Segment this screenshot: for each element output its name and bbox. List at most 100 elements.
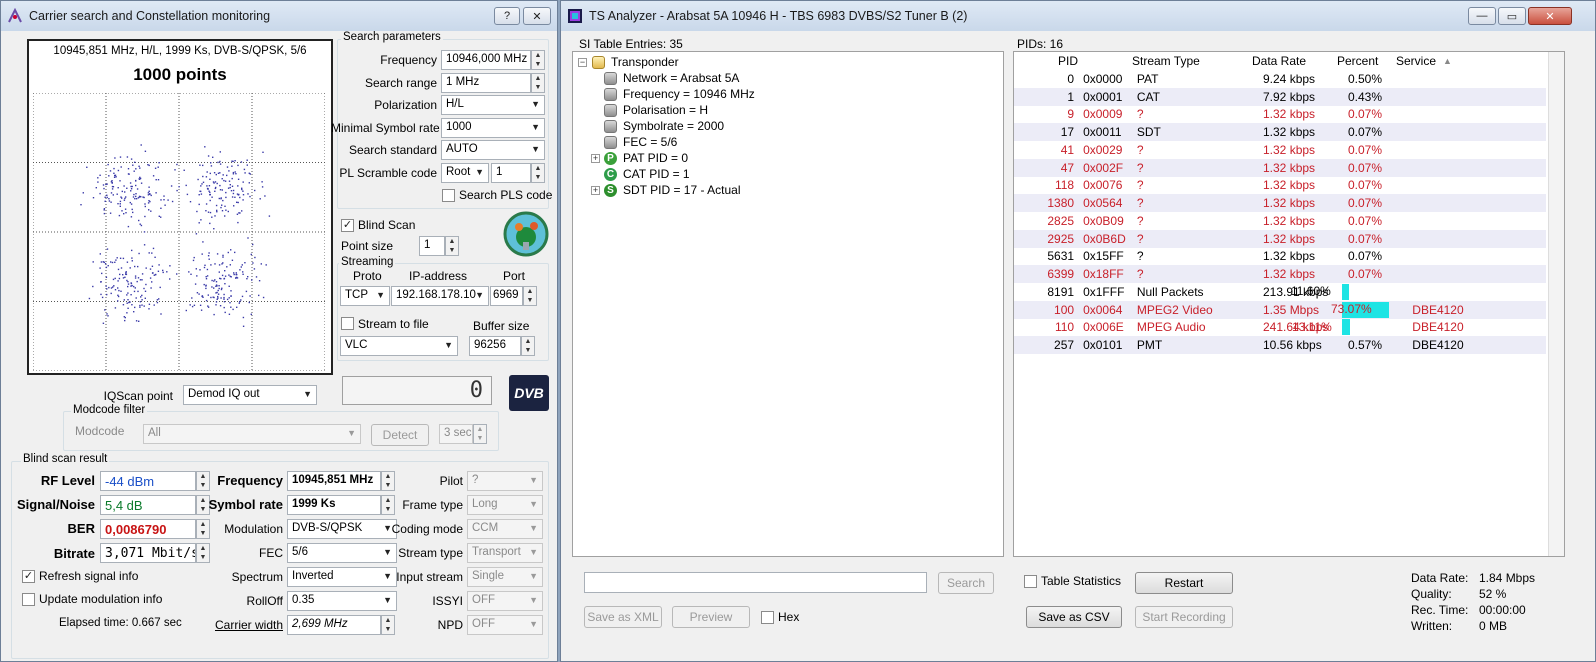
buffer-size-spinner[interactable]: ▲ ▼ [521, 336, 535, 356]
constellation-point [132, 211, 134, 214]
maximize-button[interactable]: ▭ [1498, 7, 1526, 25]
table-row[interactable]: 0 0x0000 PAT 9.24 kbps 0.50% [1014, 70, 1546, 88]
buffer-size-input[interactable]: 96256 [469, 336, 521, 356]
issyi-select[interactable]: OFF [467, 591, 543, 611]
input-stream-select[interactable]: Single [467, 567, 543, 587]
constellation-point [241, 264, 243, 266]
carrier-width-label[interactable]: Carrier width [201, 618, 283, 632]
update-modulation-checkbox[interactable] [22, 593, 35, 606]
column-pid[interactable]: PID [1058, 54, 1078, 68]
table-row[interactable]: 5631 0x15FF? 1.32 kbps 0.07% [1014, 248, 1546, 266]
constellation-point [127, 285, 129, 288]
sdt-expand-toggle[interactable]: + [591, 186, 600, 195]
restart-button[interactable]: Restart [1135, 572, 1233, 594]
search-range-spinner[interactable]: ▲ ▼ [531, 73, 545, 93]
frequency-spinner[interactable]: ▲ ▼ [531, 50, 545, 70]
spectrum-select[interactable]: Inverted [287, 567, 397, 587]
point-size-input[interactable]: 1 [419, 236, 445, 256]
help-button[interactable]: ? [494, 7, 520, 25]
polarization-select[interactable]: H/L [441, 95, 545, 115]
detect-time-spinner[interactable]: ▲ ▼ [473, 424, 487, 444]
constellation-point [219, 172, 221, 174]
save-as-csv-button[interactable]: Save as CSV [1026, 606, 1122, 628]
min-symbol-rate-select[interactable]: 1000 [441, 118, 545, 138]
pat-expand-toggle[interactable]: + [591, 154, 600, 163]
tree-item[interactable]: FEC = 5/6 [604, 134, 677, 150]
modulation-select[interactable]: DVB-S/QPSK [287, 519, 397, 539]
table-row[interactable]: 1 0x0001 CAT 7.92 kbps 0.43% [1014, 87, 1546, 106]
port-spinner[interactable]: ▲ ▼ [523, 286, 537, 306]
detect-time-input[interactable]: 3 sec [439, 424, 473, 444]
table-row[interactable]: 41 0x0029? 1.32 kbps 0.07% [1014, 141, 1546, 159]
tree-item[interactable]: Symbolrate = 2000 [604, 118, 724, 134]
pl-scramble-spinner[interactable]: ▲ ▼ [531, 163, 545, 183]
tree-item[interactable]: Network = Arabsat 5A [604, 70, 739, 86]
transponder-collapse-toggle[interactable]: − [578, 58, 587, 67]
ip-address-select[interactable]: 192.168.178.10 [391, 286, 489, 306]
result-frequency-spinner[interactable]: ▲ ▼ [381, 471, 395, 491]
refresh-signal-checkbox[interactable]: ✓ [22, 570, 35, 583]
preview-button[interactable]: Preview [672, 606, 750, 628]
si-search-input[interactable] [584, 572, 927, 593]
minimize-button[interactable]: — [1468, 7, 1496, 25]
table-row[interactable]: 6399 0x18FF? 1.32 kbps 0.07% [1014, 265, 1546, 283]
tree-item[interactable]: Frequency = 10946 MHz [604, 86, 755, 102]
table-row[interactable]: 110 0x006E MPEG Audio 241.64 kbps 13.11% DBE4… [1014, 319, 1546, 337]
column-stream-type[interactable]: Stream Type [1132, 54, 1200, 68]
column-service[interactable]: Service [1396, 54, 1436, 68]
player-select[interactable]: VLC [340, 336, 458, 356]
stream-type-select[interactable]: Transport [467, 543, 543, 563]
npd-select[interactable]: OFF [467, 615, 543, 635]
search-pls-checkbox[interactable] [442, 189, 455, 202]
close-button[interactable]: ✕ [523, 7, 551, 25]
pl-scramble-mode-select[interactable]: Root [441, 163, 489, 183]
table-row[interactable]: 100 0x0064 MPEG2 Video 1.35 Mbps 73.07% DBE41… [1014, 300, 1546, 319]
detect-button[interactable]: Detect [371, 424, 429, 446]
pl-scramble-value-input[interactable]: 1 [491, 163, 531, 183]
proto-select[interactable]: TCP [340, 286, 390, 306]
table-row[interactable]: 118 0x0076? 1.32 kbps 0.07% [1014, 177, 1546, 195]
constellation-point [244, 172, 246, 174]
table-statistics-checkbox[interactable] [1024, 575, 1037, 588]
table-row[interactable]: 257 0x0101 PMT 10.56 kbps 0.57% DBE4120 [1014, 336, 1546, 354]
save-as-xml-button[interactable]: Save as XML [584, 606, 662, 628]
fec-select[interactable]: 5/6 [287, 543, 397, 563]
rolloff-select[interactable]: 0.35 [287, 591, 397, 611]
table-row[interactable]: 9 0x0009? 1.32 kbps 0.07% [1014, 106, 1546, 124]
port-input[interactable]: 6969 [490, 286, 523, 306]
start-recording-button[interactable]: Start Recording [1135, 606, 1233, 628]
stream-to-file-checkbox[interactable] [341, 317, 354, 330]
hex-checkbox[interactable] [761, 611, 774, 624]
constellation-point [106, 293, 108, 296]
iq-scan-point-select[interactable]: Demod IQ out [183, 385, 317, 405]
symbol-rate-spinner[interactable]: ▲ ▼ [381, 495, 395, 515]
constellation-point [126, 187, 128, 189]
tree-transponder[interactable]: Transponder [592, 54, 679, 70]
constellation-point [254, 189, 256, 192]
table-row[interactable]: 8191 0x1FFF Null Packets 213.91 kbps 11.60% [1014, 283, 1546, 301]
search-standard-select[interactable]: AUTO [441, 140, 545, 160]
search-range-input[interactable]: 1 MHz [441, 73, 531, 93]
modcode-select[interactable]: All [143, 424, 361, 444]
pilot-select[interactable]: ? [467, 471, 543, 491]
table-row[interactable]: 1380 0x0564? 1.32 kbps 0.07% [1014, 194, 1546, 212]
frame-type-select[interactable]: Long [467, 495, 543, 515]
percent-text: 0.07% [1348, 107, 1383, 122]
column-percent[interactable]: Percent [1337, 54, 1378, 68]
table-row[interactable]: 2925 0x0B6D? 1.32 kbps 0.07% [1014, 229, 1546, 248]
column-data-rate[interactable]: Data Rate [1252, 54, 1306, 68]
tree-item[interactable]: Polarisation = H [604, 102, 708, 118]
blind-scan-checkbox[interactable]: ✓ [341, 219, 354, 232]
point-size-spinner[interactable]: ▲ ▼ [445, 236, 459, 256]
table-row[interactable]: 47 0x002F? 1.32 kbps 0.07% [1014, 158, 1546, 177]
tree-cat[interactable]: C CAT PID = 1 [604, 166, 690, 182]
close-button[interactable]: ✕ [1528, 7, 1572, 25]
frequency-input[interactable]: 10946,000 MHz [441, 50, 531, 70]
coding-mode-select[interactable]: CCM [467, 519, 543, 539]
tree-pat[interactable]: P PAT PID = 0 [604, 150, 688, 166]
table-row[interactable]: 17 0x0011 SDT 1.32 kbps 0.07% [1014, 123, 1546, 141]
table-row[interactable]: 2825 0x0B09? 1.32 kbps 0.07% [1014, 212, 1546, 230]
tree-sdt[interactable]: S SDT PID = 17 - Actual [604, 182, 741, 198]
pid-table-scrollbar[interactable] [1548, 52, 1564, 556]
search-button[interactable]: Search [938, 572, 994, 594]
